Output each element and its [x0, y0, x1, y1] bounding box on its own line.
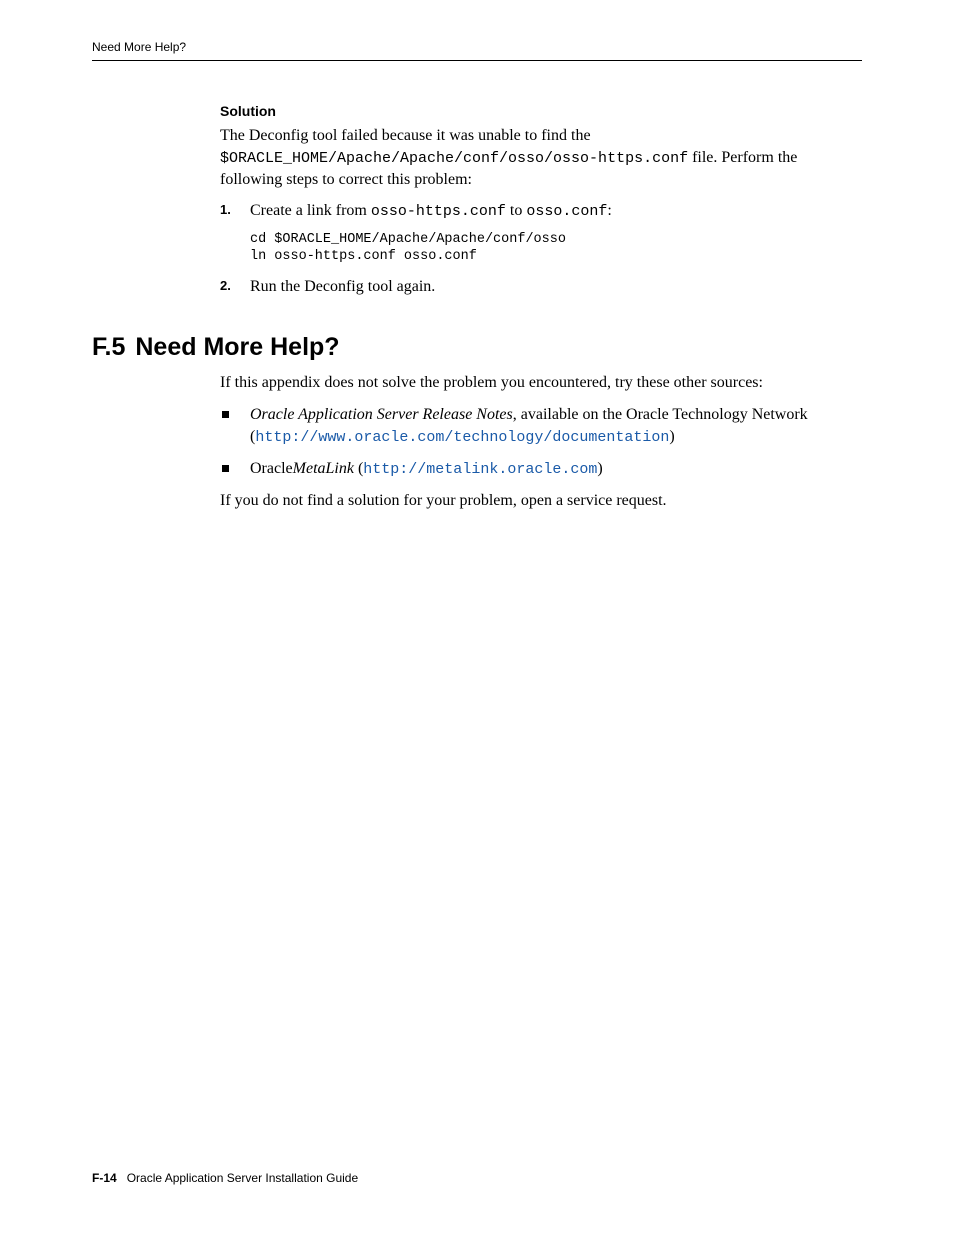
section-heading: F.5 Need More Help?	[92, 333, 862, 362]
step-text: :	[607, 202, 611, 219]
solution-para-a: The Deconfig tool failed because it was …	[220, 127, 591, 144]
bullet-italic: MetaLink	[293, 460, 354, 477]
step-number: 2.	[220, 277, 231, 295]
section-title: Need More Help?	[135, 333, 339, 361]
bullet-item: Oracle Application Server Release Notes,…	[220, 404, 862, 448]
code-block: cd $ORACLE_HOME/Apache/Apache/conf/osso …	[250, 231, 862, 266]
bullet-item: OracleMetaLink (http://metalink.oracle.c…	[220, 458, 862, 480]
bullet-italic: Oracle Application Server Release Notes	[250, 406, 513, 423]
section-number: F.5	[92, 333, 125, 361]
steps-list: 1. Create a link from osso-https.conf to…	[220, 200, 862, 297]
section-intro: If this appendix does not solve the prob…	[220, 372, 862, 394]
page-number: F-14	[92, 1171, 117, 1185]
running-header: Need More Help?	[92, 40, 862, 61]
bullet-close: )	[669, 428, 674, 445]
page-footer: F-14 Oracle Application Server Installati…	[92, 1171, 358, 1185]
step-code: osso.conf	[526, 203, 607, 220]
step-text: to	[506, 202, 526, 219]
bullet-text: Oracle	[250, 460, 293, 477]
doc-link[interactable]: http://www.oracle.com/technology/documen…	[255, 429, 669, 446]
solution-heading: Solution	[220, 103, 862, 119]
bullet-list: Oracle Application Server Release Notes,…	[220, 404, 862, 480]
book-title: Oracle Application Server Installation G…	[127, 1171, 358, 1185]
metalink-link[interactable]: http://metalink.oracle.com	[363, 461, 597, 478]
step-1: 1. Create a link from osso-https.conf to…	[220, 200, 862, 265]
step-text: Create a link from	[250, 202, 371, 219]
section-outro: If you do not find a solution for your p…	[220, 490, 862, 512]
solution-para-code: $ORACLE_HOME/Apache/Apache/conf/osso/oss…	[220, 150, 688, 167]
step-code: osso-https.conf	[371, 203, 506, 220]
step-2: 2. Run the Deconfig tool again.	[220, 276, 862, 298]
step-text: Run the Deconfig tool again.	[250, 278, 435, 295]
bullet-text: (	[354, 460, 363, 477]
step-number: 1.	[220, 201, 231, 219]
solution-paragraph: The Deconfig tool failed because it was …	[220, 125, 862, 190]
bullet-close: )	[597, 460, 602, 477]
